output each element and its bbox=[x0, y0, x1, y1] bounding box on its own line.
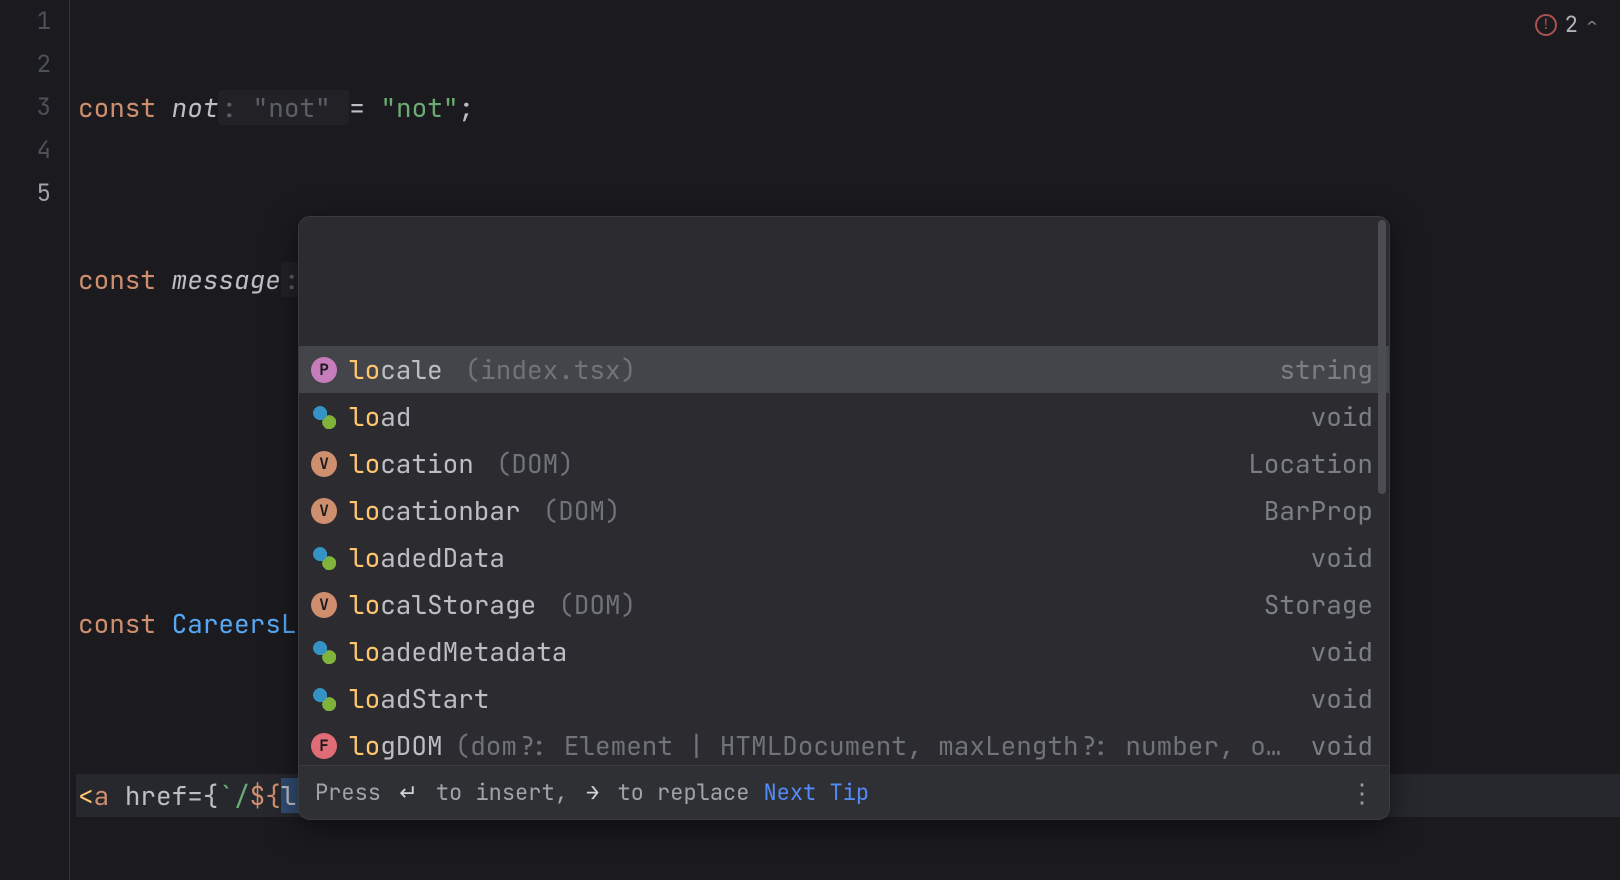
event-icon bbox=[311, 639, 337, 665]
footer-text: to insert, bbox=[423, 771, 581, 814]
keyword: const bbox=[78, 606, 156, 641]
completion-label: load bbox=[349, 395, 411, 438]
completion-return-type: void bbox=[1311, 677, 1373, 720]
equals: = bbox=[187, 778, 203, 813]
tag-name: a bbox=[94, 778, 110, 813]
completion-list[interactable]: Plocale(index.tsx)stringloadvoidVlocatio… bbox=[299, 217, 1389, 765]
completion-label: loadStart bbox=[349, 677, 489, 720]
tab-key-icon: → bbox=[586, 771, 599, 814]
attr: href bbox=[125, 778, 187, 813]
completion-popup[interactable]: Plocale(index.tsx)stringloadvoidVlocatio… bbox=[298, 216, 1390, 820]
completion-label: location bbox=[349, 442, 474, 485]
variable-icon: V bbox=[311, 592, 337, 618]
variable-icon: V bbox=[311, 451, 337, 477]
next-tip-link[interactable]: Next Tip bbox=[763, 771, 869, 814]
completion-item[interactable]: loadStart void bbox=[299, 675, 1389, 722]
completion-footer: Press ↵ to insert, → to replace Next Tip… bbox=[299, 765, 1389, 819]
line-number: 2 bbox=[0, 43, 51, 86]
code-line[interactable]: const not: "not" = "not"; bbox=[76, 86, 1620, 129]
inlay-hint: : "not" bbox=[218, 90, 349, 125]
string: / bbox=[234, 778, 250, 813]
variable-icon: V bbox=[311, 498, 337, 524]
completion-item[interactable]: VlocalStorage (DOM) Storage bbox=[299, 581, 1389, 628]
completion-return-type: BarProp bbox=[1264, 489, 1373, 532]
line-number-gutter: 1 2 3 4 5 bbox=[0, 0, 70, 880]
keyword: const bbox=[78, 90, 156, 125]
completion-item[interactable]: load void bbox=[299, 393, 1389, 440]
completion-label: locationbar bbox=[349, 489, 521, 532]
code-editor[interactable]: 2 ⌃ 1 2 3 4 5 const not: "not" = "not"; … bbox=[0, 0, 1620, 880]
brace: { bbox=[203, 778, 219, 813]
space bbox=[156, 606, 172, 641]
completion-label: logDOM bbox=[349, 724, 443, 765]
property-icon: P bbox=[311, 357, 337, 383]
footer-text: Press bbox=[315, 771, 394, 814]
completion-item[interactable]: loadedMetadata void bbox=[299, 628, 1389, 675]
enter-key-icon: ↵ bbox=[399, 771, 417, 814]
completion-signature: (dom?: Element | HTMLDocument, maxLength… bbox=[455, 724, 1282, 765]
string: "not" bbox=[365, 90, 459, 125]
keyword: const bbox=[78, 262, 156, 297]
code-area[interactable]: const not: "not" = "not"; const message:… bbox=[70, 0, 1620, 880]
identifier: not bbox=[172, 90, 219, 125]
completion-return-type: void bbox=[1311, 536, 1373, 579]
space bbox=[156, 262, 172, 297]
template-expr-open: ${ bbox=[250, 778, 281, 813]
completion-item[interactable]: FlogDOM (dom?: Element | HTMLDocument, ma… bbox=[299, 722, 1389, 765]
completion-item[interactable]: loadedData void bbox=[299, 534, 1389, 581]
completion-label: localStorage bbox=[349, 583, 536, 626]
completion-label: locale bbox=[349, 348, 443, 391]
completion-hint: (index.tsx) bbox=[465, 348, 637, 391]
completion-item[interactable]: Plocale (index.tsx) string bbox=[299, 346, 1389, 393]
completion-return-type: Location bbox=[1248, 442, 1373, 485]
template-open: ` bbox=[218, 778, 234, 813]
identifier: message bbox=[172, 262, 281, 297]
scrollbar[interactable] bbox=[1378, 220, 1386, 494]
line-number: 3 bbox=[0, 86, 51, 129]
footer-text: to replace bbox=[604, 771, 749, 814]
event-icon bbox=[311, 404, 337, 430]
completion-label: loadedData bbox=[349, 536, 505, 579]
line-number: 1 bbox=[0, 0, 51, 43]
event-icon bbox=[311, 686, 337, 712]
completion-return-type: void bbox=[1311, 395, 1373, 438]
completion-item[interactable]: Vlocationbar (DOM) BarProp bbox=[299, 487, 1389, 534]
completion-return-type: void bbox=[1311, 630, 1373, 673]
line-number: 5 bbox=[0, 172, 51, 215]
kebab-menu-icon[interactable]: ⋮ bbox=[1349, 771, 1373, 814]
space bbox=[109, 778, 125, 813]
completion-return-type: void bbox=[1311, 724, 1373, 765]
completion-return-type: Storage bbox=[1264, 583, 1373, 626]
operator: = bbox=[349, 90, 365, 125]
completion-hint: (DOM) bbox=[543, 489, 621, 532]
completion-label: loadedMetadata bbox=[349, 630, 567, 673]
event-icon bbox=[311, 545, 337, 571]
completion-item[interactable]: Vlocation (DOM) Location bbox=[299, 440, 1389, 487]
completion-hint: (DOM) bbox=[558, 583, 636, 626]
completion-hint: (DOM) bbox=[496, 442, 574, 485]
semicolon: ; bbox=[458, 90, 474, 125]
function-icon: F bbox=[311, 733, 337, 759]
space bbox=[156, 90, 172, 125]
tag-open: < bbox=[78, 778, 94, 813]
line-number: 4 bbox=[0, 129, 51, 172]
completion-return-type: string bbox=[1279, 348, 1373, 391]
